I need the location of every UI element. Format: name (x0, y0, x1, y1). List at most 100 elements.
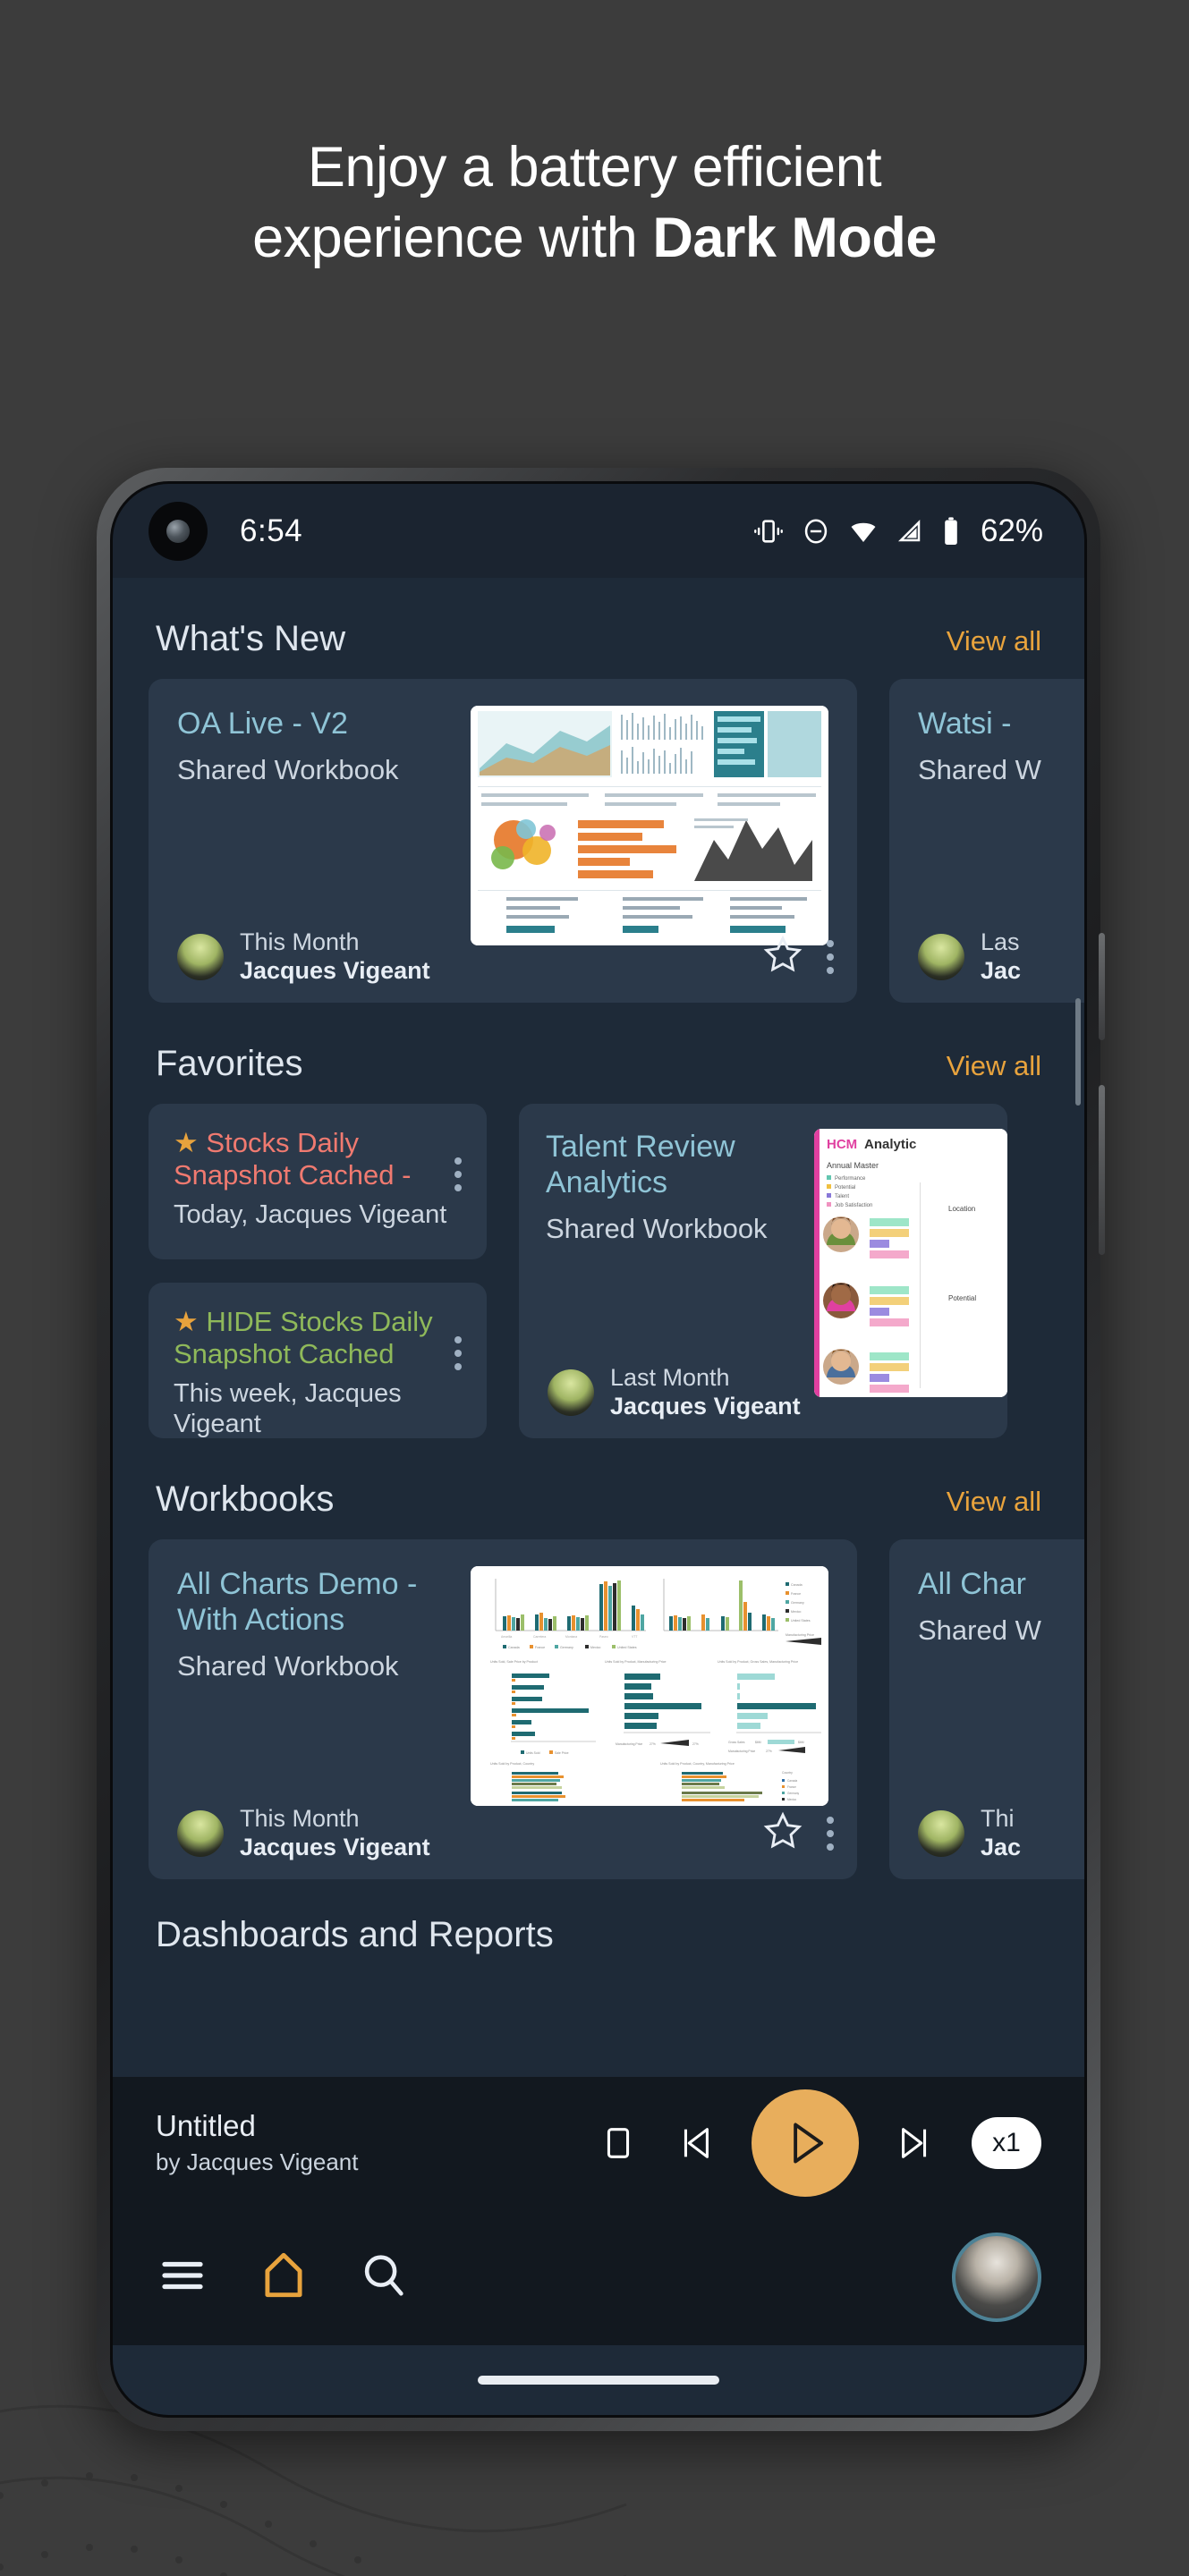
workbook-card[interactable]: All Charts Demo - With Actions Shared Wo… (149, 1539, 857, 1879)
card-subtitle: Shared Workbook (177, 1650, 399, 1682)
vibrate-icon (753, 516, 784, 547)
view-all-workbooks[interactable]: View all (947, 1486, 1041, 1518)
card-title: All Char (918, 1567, 1026, 1601)
workbook-card[interactable]: All Char Shared W Thi Jac (889, 1539, 1084, 1879)
next-button[interactable] (895, 2123, 936, 2164)
favorite-name-text: Stocks Daily Snapshot Cached - (174, 1127, 412, 1191)
svg-text:Potential: Potential (948, 1294, 976, 1302)
cellular-signal-icon (896, 518, 923, 545)
favorite-name: ★ HIDE Stocks Daily Snapshot Cached (174, 1306, 454, 1371)
section-header-favorites: Favorites View all (113, 1003, 1084, 1104)
svg-text:Units Sold, Sale Price by Prod: Units Sold, Sale Price by Product (490, 1660, 538, 1664)
whats-new-row[interactable]: OA Live - V2 Shared Workbook This Month … (113, 679, 1084, 1003)
battery-icon (941, 516, 961, 547)
svg-text:Performance: Performance (835, 1176, 866, 1182)
volume-button[interactable] (1099, 933, 1105, 1040)
whats-new-card[interactable]: Watsi - Shared W Las Jac (889, 679, 1084, 1003)
media-player-bar: Untitled by Jacques Vigeant x1 (113, 2077, 1084, 2209)
card-subtitle: Shared Workbook (177, 754, 399, 786)
avatar (177, 933, 224, 980)
svg-text:France: France (791, 1592, 801, 1596)
favorite-star-icon[interactable] (762, 1810, 803, 1856)
svg-text:Manufacturing Price: Manufacturing Price (728, 1750, 755, 1753)
card-footer: This Month Jacques Vigeant (177, 928, 834, 985)
battery-percent-label: 62% (980, 513, 1043, 548)
card-title: Talent Review Analytics (546, 1130, 735, 1200)
favorite-name-text: HIDE Stocks Daily Snapshot Cached (174, 1306, 433, 1370)
section-header-whats-new: What's New View all (113, 578, 1084, 679)
player-subtitle: by Jacques Vigeant (156, 2148, 359, 2175)
favorite-star-icon[interactable] (762, 934, 803, 979)
card-footer: Las Jac (918, 928, 1084, 985)
scrollbar[interactable] (1075, 998, 1081, 1106)
svg-text:$6M: $6M (755, 1741, 761, 1744)
section-header-workbooks: Workbooks View all (113, 1438, 1084, 1539)
favorite-list-item[interactable]: ★ Stocks Daily Snapshot Cached - Today, … (149, 1104, 487, 1259)
play-button[interactable] (752, 2089, 859, 2197)
headline-line-2-regular: experience with (252, 207, 653, 270)
section-title-favorites: Favorites (156, 1044, 303, 1083)
card-footer: This Month Jacques Vigeant (177, 1805, 834, 1861)
svg-text:Country: Country (782, 1771, 793, 1775)
card-timestamp: Thi (981, 1805, 1015, 1833)
svg-text:Gross Sales: Gross Sales (728, 1741, 745, 1744)
svg-text:Canada: Canada (508, 1646, 520, 1649)
section-header-dashboards: Dashboards and Reports (113, 1879, 1084, 1955)
view-all-whats-new[interactable]: View all (947, 625, 1041, 657)
gesture-navigation-bar[interactable] (478, 2376, 719, 2385)
svg-text:Canada: Canada (787, 1779, 797, 1783)
favorite-feature-card[interactable]: Talent Review Analytics Shared Workbook … (519, 1104, 1007, 1438)
previous-button[interactable] (675, 2123, 716, 2164)
svg-text:Canada: Canada (791, 1583, 803, 1587)
svg-text:HCM: HCM (827, 1137, 857, 1152)
svg-text:Units Sold by Product, Gross S: Units Sold by Product, Gross Sales, Manu… (718, 1660, 798, 1664)
svg-text:27%: 27% (692, 1742, 699, 1746)
favorites-row[interactable]: ★ Stocks Daily Snapshot Cached - Today, … (113, 1104, 1084, 1438)
svg-text:Mexico: Mexico (791, 1610, 801, 1614)
home-icon[interactable] (256, 2248, 311, 2308)
workbook-thumbnail (471, 706, 828, 945)
headline-line-2: experience with Dark Mode (63, 203, 1126, 274)
phone-device-frame: 6:54 62% What's New View all OA Live - V… (97, 468, 1105, 2431)
svg-text:Paseo: Paseo (599, 1635, 608, 1639)
workbook-thumbnail: HCM Analytic Annual Master Performance P… (814, 1129, 1007, 1397)
card-title: All Charts Demo - With Actions (177, 1567, 418, 1638)
favorites-small-column: ★ Stocks Daily Snapshot Cached - Today, … (149, 1104, 487, 1438)
card-footer: Last Month Jacques Vigeant (548, 1364, 984, 1420)
card-author: Jac (981, 1833, 1022, 1860)
avatar (918, 1809, 964, 1857)
card-footer: Thi Jac (918, 1805, 1084, 1861)
card-author: Jacques Vigeant (610, 1392, 801, 1419)
bottom-navigation-bar (113, 2209, 1084, 2345)
view-all-favorites[interactable]: View all (947, 1050, 1041, 1082)
svg-text:Germany: Germany (787, 1792, 800, 1795)
avatar (918, 933, 964, 980)
svg-text:United States: United States (617, 1646, 637, 1649)
star-icon: ★ (174, 1127, 199, 1158)
status-time: 6:54 (240, 513, 303, 548)
phone-screen: 6:54 62% What's New View all OA Live - V… (110, 481, 1087, 2418)
card-timestamp: This Month (240, 1805, 360, 1833)
playback-speed-button[interactable]: x1 (972, 2117, 1041, 2169)
more-options-icon[interactable] (827, 1816, 834, 1851)
headline-line-1: Enjoy a battery efficient (307, 136, 882, 199)
headline-line-2-bold: Dark Mode (652, 207, 937, 270)
whats-new-card[interactable]: OA Live - V2 Shared Workbook This Month … (149, 679, 857, 1003)
profile-avatar[interactable] (952, 2233, 1041, 2322)
more-options-icon[interactable] (827, 939, 834, 974)
more-options-icon[interactable] (454, 1127, 462, 1191)
favorite-list-item[interactable]: ★ HIDE Stocks Daily Snapshot Cached This… (149, 1283, 487, 1438)
player-controls: x1 (598, 2089, 1041, 2197)
svg-text:27%: 27% (650, 1742, 656, 1746)
power-button[interactable] (1099, 1085, 1105, 1255)
menu-icon[interactable] (156, 2249, 209, 2307)
stop-button[interactable] (598, 2123, 639, 2164)
avatar (177, 1809, 224, 1857)
workbooks-row[interactable]: All Charts Demo - With Actions Shared Wo… (113, 1539, 1084, 1879)
scroll-container[interactable]: What's New View all OA Live - V2 Shared … (113, 578, 1084, 1973)
favorite-meta: Today, Jacques Vigeant (174, 1199, 447, 1229)
more-options-icon[interactable] (454, 1306, 462, 1370)
avatar (548, 1368, 594, 1416)
svg-text:Units Sold by Product, Country: Units Sold by Product, Country (490, 1762, 534, 1766)
search-icon[interactable] (358, 2250, 410, 2306)
